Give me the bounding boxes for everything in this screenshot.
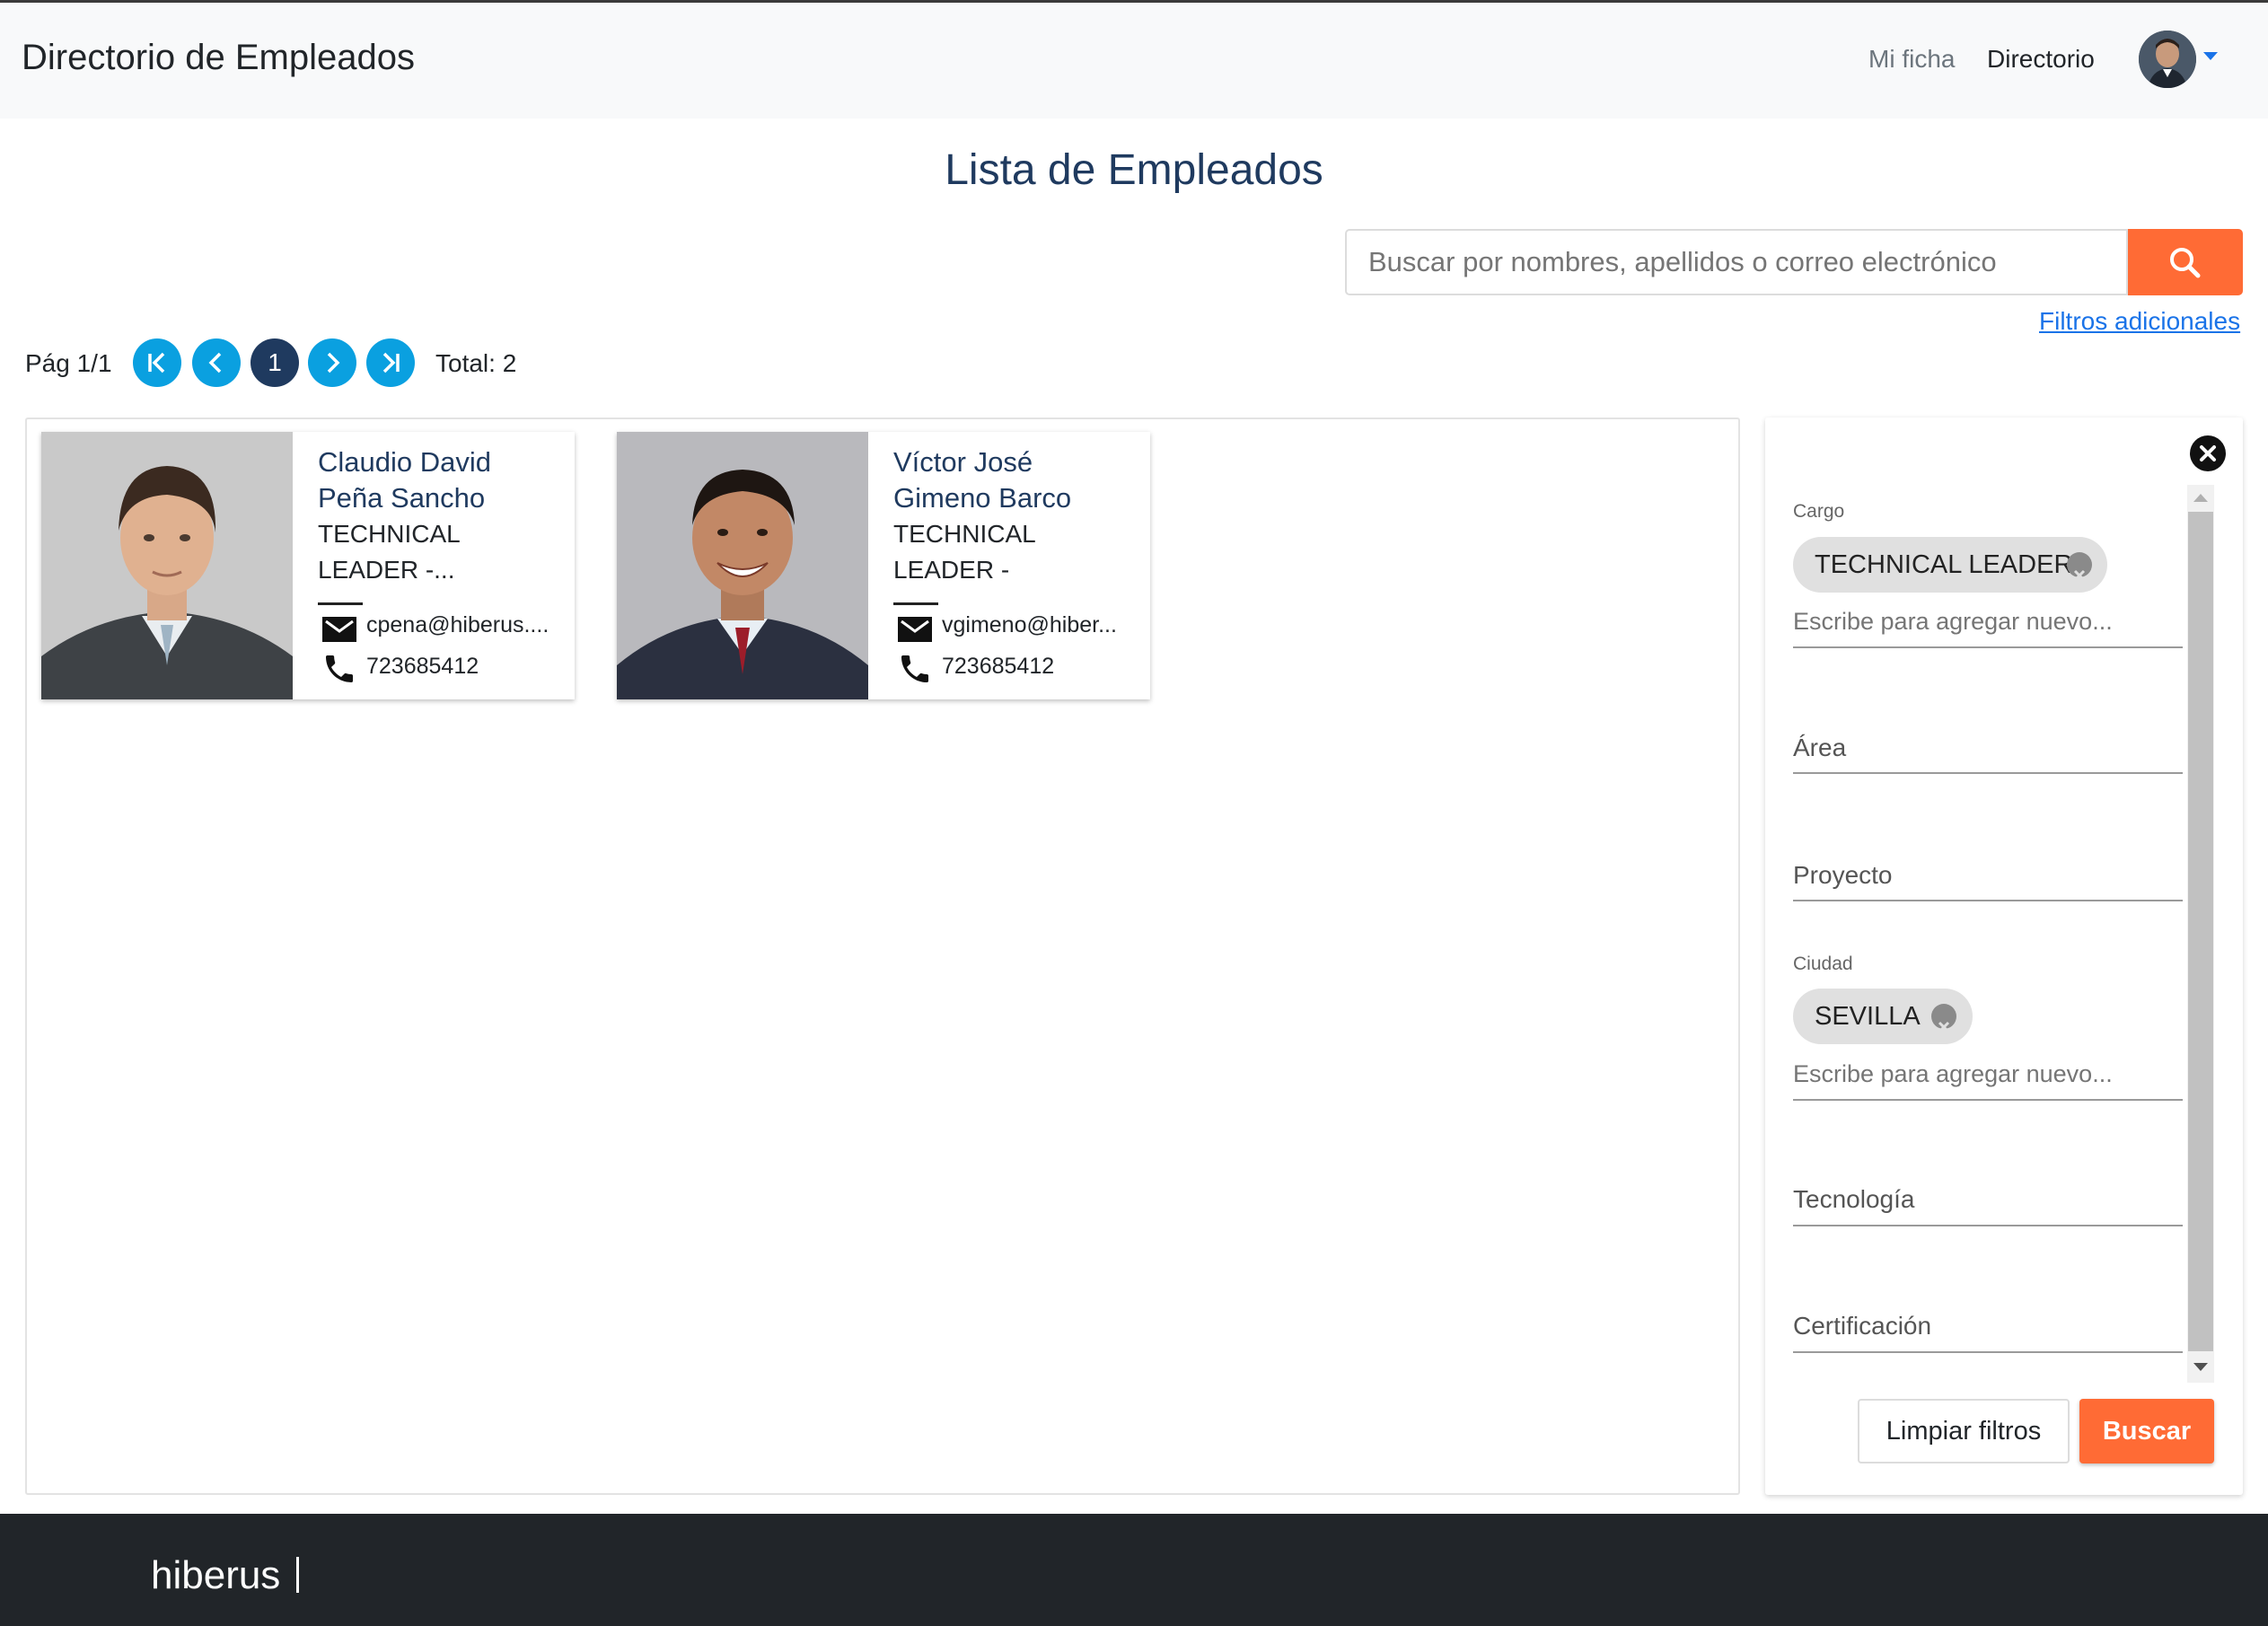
footer [0,1514,2268,1626]
certificacion-field[interactable]: Certificación [1793,1312,1931,1340]
cargo-input[interactable] [1793,603,2183,639]
ciudad-label: Ciudad [1793,954,1853,974]
employee-name[interactable]: Claudio David Peña Sancho [318,444,560,516]
prev-page-icon [208,352,222,374]
employee-photo [41,432,293,699]
first-page-icon [148,352,165,374]
phone-icon [901,655,928,682]
first-page-button[interactable] [133,338,181,387]
employee-phone[interactable]: 723685412 [942,654,1054,680]
employee-phone[interactable]: 723685412 [366,654,479,680]
employee-card[interactable]: Víctor José Gimeno Barco TECHNICAL LEADE… [617,432,1150,699]
apply-search-button[interactable]: Buscar [2079,1399,2214,1463]
employee-card[interactable]: Claudio David Peña Sancho TECHNICAL LEAD… [41,432,575,699]
search-input[interactable] [1345,229,2128,295]
employee-email[interactable]: vgimeno@hiber... [942,612,1130,638]
search-button[interactable] [2128,229,2243,295]
chip-remove-icon[interactable] [2067,552,2092,582]
cargo-underline [1793,646,2183,648]
page-title: Lista de Empleados [945,146,1323,194]
search-icon [2170,248,2201,278]
close-icon [2200,445,2216,461]
cargo-chip[interactable]: TECHNICAL LEADER [1793,537,2107,593]
nav-directorio[interactable]: Directorio [1987,45,2095,74]
scroll-down-arrow-icon[interactable] [2193,1363,2208,1371]
divider [893,602,938,605]
close-filters-button[interactable] [2190,435,2226,471]
app-title[interactable]: Directorio de Empleados [22,38,415,78]
mail-icon [898,617,932,642]
employee-role: TECHNICAL LEADER - CONTROL [893,520,1035,584]
divider [318,602,363,605]
area-underline [1793,772,2183,774]
ciudad-underline [1793,1099,2183,1101]
cargo-label: Cargo [1793,501,1845,522]
clear-filters-button[interactable]: Limpiar filtros [1858,1399,2070,1463]
cargo-chip-label: TECHNICAL LEADER [1815,550,2073,579]
last-page-icon [382,352,400,374]
employee-role: TECHNICAL LEADER -... [318,520,460,584]
area-field[interactable]: Área [1793,734,1846,762]
employee-photo [617,432,868,699]
tecnologia-field[interactable]: Tecnología [1793,1185,1914,1214]
ciudad-input[interactable] [1793,1056,2183,1092]
phone-icon [326,655,353,682]
employee-name[interactable]: Víctor José Gimeno Barco [893,444,1136,516]
user-avatar[interactable] [2139,31,2196,88]
caret-down-icon[interactable] [2203,52,2218,60]
additional-filters-link[interactable]: Filtros adicionales [2039,307,2240,336]
scroll-up-arrow-icon[interactable] [2193,494,2208,502]
page-1-button[interactable]: 1 [251,338,299,387]
proyecto-field[interactable]: Proyecto [1793,861,1893,890]
ciudad-chip[interactable]: SEVILLA [1793,989,1973,1044]
proyecto-underline [1793,900,2183,901]
last-page-button[interactable] [366,338,415,387]
tecnologia-underline [1793,1225,2183,1226]
nav-mi-ficha[interactable]: Mi ficha [1868,45,1955,74]
mail-icon [322,617,356,642]
scrollbar-thumb[interactable] [2188,512,2213,1351]
page-indicator: Pág 1/1 [25,349,112,377]
total-count: Total: 2 [435,349,517,377]
ciudad-chip-label: SEVILLA [1815,1002,1921,1031]
next-page-icon [327,352,340,374]
chip-remove-icon[interactable] [1931,1004,1956,1033]
certificacion-underline [1793,1351,2183,1353]
employee-email[interactable]: cpena@hiberus.... [366,612,555,638]
prev-page-button[interactable] [192,338,241,387]
next-page-button[interactable] [308,338,356,387]
footer-divider [296,1557,299,1593]
footer-logo: hiberus [151,1553,281,1597]
